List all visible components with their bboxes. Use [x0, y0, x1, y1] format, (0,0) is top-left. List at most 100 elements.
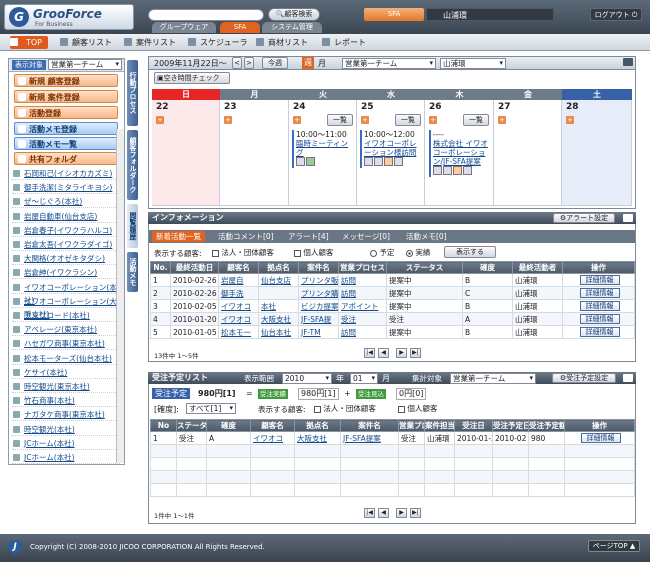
new-deal-button[interactable]: 新規 案件登録 — [14, 90, 118, 103]
event-thu[interactable]: ---- 株式会社 イワオコーポレーション/JF-SFA提案 — [429, 130, 491, 177]
cell-link[interactable]: ビジカ提案 — [301, 302, 338, 311]
radio-done[interactable]: 実績 — [406, 247, 430, 258]
cell-link[interactable]: 大阪支社 — [261, 315, 291, 324]
vtab-history[interactable]: 閲覧履歴 — [127, 204, 138, 248]
customer-item[interactable]: イワオコーポレーション(大阪支社) — [12, 295, 120, 319]
detail-button[interactable]: 詳細情報 — [579, 327, 620, 337]
next-page-icon[interactable]: ▶ — [396, 348, 407, 358]
indiv-checkbox[interactable] — [294, 249, 301, 257]
event-wed[interactable]: 10:00～12:00 イワオコーポレーション様訪問 — [360, 130, 422, 168]
accuracy-select[interactable]: すべて[1] — [186, 403, 236, 414]
add-icon[interactable]: + — [429, 116, 437, 124]
cell-link[interactable]: プリンタ購入 — [301, 289, 338, 298]
customer-link[interactable]: 大関格(オオゼキタダシ) — [24, 254, 105, 263]
customer-item[interactable]: 岩屋自動車(仙台支店) — [12, 210, 120, 223]
prev-week-button[interactable]: < — [232, 57, 242, 69]
calendar-user-select[interactable]: 山浦環 — [440, 58, 506, 69]
customer-link[interactable]: 岩倉紳(イワクラシン) — [24, 268, 97, 277]
cell-link[interactable]: 訪問 — [341, 289, 356, 298]
orders-collapse-icon[interactable] — [623, 374, 633, 382]
shared-folder-button[interactable]: 共有フォルダ — [14, 152, 118, 165]
table-row[interactable]: 1受注Aイワオコ大阪支社JF-SFA提案受注山浦環2010-01-202010-… — [150, 431, 635, 445]
detail-button[interactable]: 詳細情報 — [580, 433, 621, 443]
add-icon[interactable]: + — [566, 116, 574, 124]
tab-system[interactable]: システム管理 — [262, 22, 322, 33]
orders-filter-indiv[interactable]: 個人顧客 — [398, 403, 437, 414]
nav-product-list[interactable]: 商材リスト — [256, 36, 308, 49]
vtab-folder[interactable]: 顧客フォルダーク — [127, 130, 138, 200]
cell-link[interactable]: 訪問 — [341, 276, 356, 285]
cell-28[interactable]: 28 + — [562, 100, 632, 206]
corp-checkbox[interactable] — [314, 405, 321, 413]
add-icon[interactable]: + — [224, 116, 232, 124]
customer-link[interactable]: JCホーム(本社) — [24, 439, 75, 448]
cell-link[interactable]: 仙台支店 — [261, 276, 291, 285]
cell-link[interactable]: イワオコ — [253, 434, 283, 443]
event-title-link[interactable]: イワオコーポレーション様訪問 — [364, 139, 417, 157]
memo-list-button[interactable]: 活動メモ一覧 — [14, 137, 118, 150]
customer-link[interactable]: ケサイ(本社) — [24, 368, 67, 377]
month-view-button[interactable]: 月 — [318, 58, 326, 69]
nav-scheduler[interactable]: スケジューラ — [188, 36, 247, 49]
plan-radio[interactable] — [370, 249, 377, 257]
customer-item[interactable]: JCホーム(本社) — [12, 437, 120, 450]
filter-indiv[interactable]: 個人顧客 — [294, 247, 333, 258]
tab-message[interactable]: メッセージ[0] — [338, 231, 394, 242]
next-page-icon[interactable]: ▶ — [396, 508, 407, 518]
week-view-button[interactable]: 週 — [302, 57, 314, 69]
memo-register-button[interactable]: 活動メモ登録 — [14, 122, 118, 135]
first-page-icon[interactable]: |◀ — [364, 348, 375, 358]
tab-activity-comment[interactable]: 活動コメント[0] — [214, 231, 278, 242]
this-week-button[interactable]: 今週 — [262, 57, 288, 69]
detail-button[interactable]: 詳細情報 — [579, 288, 620, 298]
cell-link[interactable]: プリンタ販売 — [301, 276, 338, 285]
cell-23[interactable]: 23 + — [220, 100, 289, 206]
customer-link[interactable]: ハセガワ商事(東京本社) — [24, 339, 105, 348]
new-customer-button[interactable]: 新規 顧客登録 — [14, 74, 118, 87]
customer-link[interactable]: 岩倉太吾(イワクラダイゴ) — [24, 240, 112, 249]
customer-link[interactable]: 竹石商事(本社) — [24, 396, 75, 405]
last-page-icon[interactable]: ▶| — [410, 348, 421, 358]
cell-link[interactable]: アポイント — [341, 302, 379, 311]
customer-item[interactable]: 岩倉太吾(イワクラダイゴ) — [12, 238, 120, 251]
nav-customer-list[interactable]: 顧客リスト — [60, 36, 112, 49]
prev-page-icon[interactable]: ◀ — [378, 508, 389, 518]
customer-item[interactable]: JCホーム(本社) — [12, 451, 120, 464]
last-page-icon[interactable]: ▶| — [410, 508, 421, 518]
customer-link[interactable]: 時空観光(東京本社) — [24, 382, 90, 391]
event-tue[interactable]: 10:00～11:00 臨時ミーティング — [292, 130, 354, 168]
vtab-process[interactable]: 行動プロセス — [127, 60, 138, 126]
page-top-button[interactable]: ページTOP ▲ — [588, 540, 640, 552]
customer-item[interactable]: ぜ～じぐろ(本社) — [12, 195, 120, 209]
search-input[interactable] — [148, 9, 264, 21]
indiv-checkbox[interactable] — [398, 405, 405, 413]
customer-item[interactable]: 御手洗潔(ミタライキヨシ) — [12, 181, 120, 195]
cell-22[interactable]: 22 + — [152, 100, 220, 206]
tab-activity-memo[interactable]: 活動メモ[0] — [402, 231, 451, 242]
calendar-collapse-icon[interactable] — [623, 58, 633, 66]
table-row[interactable]: 4 2010-01-20 イワオコ 大阪支社 JF-SFA提 受注 受注 A 山浦環 詳細情報 — [150, 312, 635, 326]
cell-link[interactable]: 受注 — [341, 315, 356, 324]
customer-item[interactable]: 時空観光(東京本社) — [12, 380, 120, 393]
customer-link[interactable]: ナガタケ商事(東京本社) — [24, 410, 105, 419]
cell-link[interactable]: 大阪支社 — [297, 434, 327, 443]
table-row[interactable] — [150, 444, 635, 458]
customer-item[interactable]: ハセガワ商事(東京本社) — [12, 337, 120, 351]
list-button[interactable]: 一覧 — [463, 114, 489, 126]
customer-item[interactable]: アップロード(本社) — [12, 309, 120, 322]
corp-checkbox[interactable] — [212, 249, 219, 257]
nav-top[interactable]: TOP — [10, 36, 49, 49]
cell-link[interactable]: JF-SFA提 — [301, 315, 331, 324]
team-select[interactable]: 営業第一チーム — [48, 59, 122, 70]
list-button[interactable]: 一覧 — [395, 114, 421, 126]
cell-link[interactable]: 本社 — [261, 302, 276, 311]
table-row[interactable] — [150, 457, 635, 471]
customer-item[interactable]: イワオコーポレーション(本社) — [12, 281, 120, 305]
cell-27[interactable]: 27 + — [494, 100, 562, 206]
customer-link[interactable]: 石岡和己(イシオカカズミ) — [24, 169, 112, 178]
orders-filter-corp[interactable]: 法人・団体顧客 — [314, 403, 376, 414]
filter-corp[interactable]: 法人・団体顧客 — [212, 247, 274, 258]
customer-item[interactable]: 岩倉春子(イワクラハルコ) — [12, 224, 120, 237]
customer-item[interactable]: ナガタケ商事(東京本社) — [12, 408, 120, 422]
cell-link[interactable]: イワオコ — [221, 315, 251, 324]
